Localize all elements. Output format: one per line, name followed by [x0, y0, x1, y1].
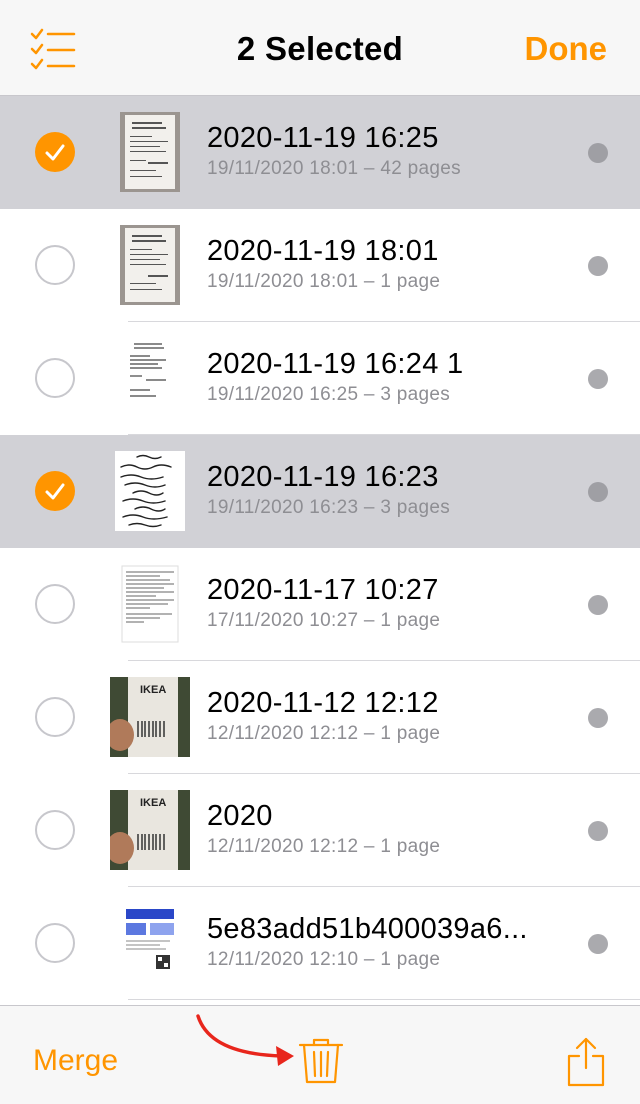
selection-checkbox[interactable]	[35, 471, 75, 511]
list-item[interactable]: 2020-11-17 10:27 17/11/2020 10:27 – 1 pa…	[0, 548, 640, 661]
status-dot	[588, 595, 608, 615]
document-thumbnail	[115, 451, 185, 531]
document-thumbnail	[120, 338, 180, 418]
document-thumbnail	[120, 112, 180, 192]
list-item[interactable]: 2020-11-19 16:23 19/11/2020 16:23 – 3 pa…	[0, 435, 640, 548]
app-screen: 2 Selected Done 2020-11-19 16:25 19/11/2…	[0, 0, 640, 1104]
selection-checkbox[interactable]	[35, 697, 75, 737]
merge-button[interactable]: Merge	[33, 1044, 118, 1078]
status-dot	[588, 821, 608, 841]
document-thumbnail	[120, 225, 180, 305]
document-details: 12/11/2020 12:12 – 1 page	[207, 836, 441, 857]
row-divider	[128, 999, 640, 1000]
document-details: 17/11/2020 10:27 – 1 page	[207, 610, 441, 631]
document-name: 2020-11-17 10:27	[207, 574, 439, 606]
document-name: 2020-11-12 12:12	[207, 687, 439, 719]
share-icon[interactable]	[566, 1036, 606, 1088]
list-item[interactable]: IKEA 2020-11-12 12:12 12/11/2020 12:12 –…	[0, 661, 640, 774]
selection-checkbox[interactable]	[35, 245, 75, 285]
document-thumbnail	[120, 564, 180, 644]
document-details: 19/11/2020 18:01 – 42 pages	[207, 158, 461, 179]
document-name: 2020-11-19 18:01	[207, 235, 439, 267]
status-dot	[588, 482, 608, 502]
list-item[interactable]: 2020-11-19 16:24 1 19/11/2020 16:25 – 3 …	[0, 322, 640, 435]
checkmark-icon	[45, 483, 65, 500]
checkmark-icon	[45, 144, 65, 161]
selection-checkbox[interactable]	[35, 132, 75, 172]
document-details: 12/11/2020 12:12 – 1 page	[207, 723, 441, 744]
navigation-bar: 2 Selected Done	[0, 0, 640, 96]
status-dot	[588, 934, 608, 954]
document-name: 2020-11-19 16:24 1	[207, 348, 464, 380]
document-thumbnail	[120, 903, 180, 983]
selection-checkbox[interactable]	[35, 923, 75, 963]
done-button[interactable]: Done	[525, 30, 608, 68]
document-details: 19/11/2020 16:25 – 3 pages	[207, 384, 451, 405]
document-details: 19/11/2020 16:23 – 3 pages	[207, 497, 451, 518]
status-dot	[588, 369, 608, 389]
selection-checkbox[interactable]	[35, 584, 75, 624]
list-item[interactable]: IKEA 2020 12/11/2020 12:12 – 1 page	[0, 774, 640, 887]
svg-text:IKEA: IKEA	[140, 684, 166, 696]
selection-checkbox[interactable]	[35, 810, 75, 850]
status-dot	[588, 708, 608, 728]
document-list: 2020-11-19 16:25 19/11/2020 18:01 – 42 p…	[0, 96, 640, 1004]
document-details: 19/11/2020 18:01 – 1 page	[207, 271, 441, 292]
document-name: 2020	[207, 800, 273, 832]
document-name: 2020-11-19 16:25	[207, 122, 439, 154]
trash-icon[interactable]	[298, 1037, 344, 1085]
selection-checkbox[interactable]	[35, 358, 75, 398]
document-name: 2020-11-19 16:23	[207, 461, 439, 493]
document-thumbnail: IKEA	[110, 790, 190, 870]
list-item[interactable]: 2020-11-19 16:25 19/11/2020 18:01 – 42 p…	[0, 96, 640, 209]
document-name: 5e83add51b400039a6...	[207, 913, 528, 945]
svg-text:IKEA: IKEA	[140, 797, 166, 809]
list-item[interactable]: 5e83add51b400039a6... 12/11/2020 12:10 –…	[0, 887, 640, 1000]
list-item[interactable]: 2020-11-19 18:01 19/11/2020 18:01 – 1 pa…	[0, 209, 640, 322]
bottom-toolbar: Merge	[0, 1005, 640, 1104]
status-dot	[588, 143, 608, 163]
document-thumbnail: IKEA	[110, 677, 190, 757]
status-dot	[588, 256, 608, 276]
document-details: 12/11/2020 12:10 – 1 page	[207, 949, 441, 970]
